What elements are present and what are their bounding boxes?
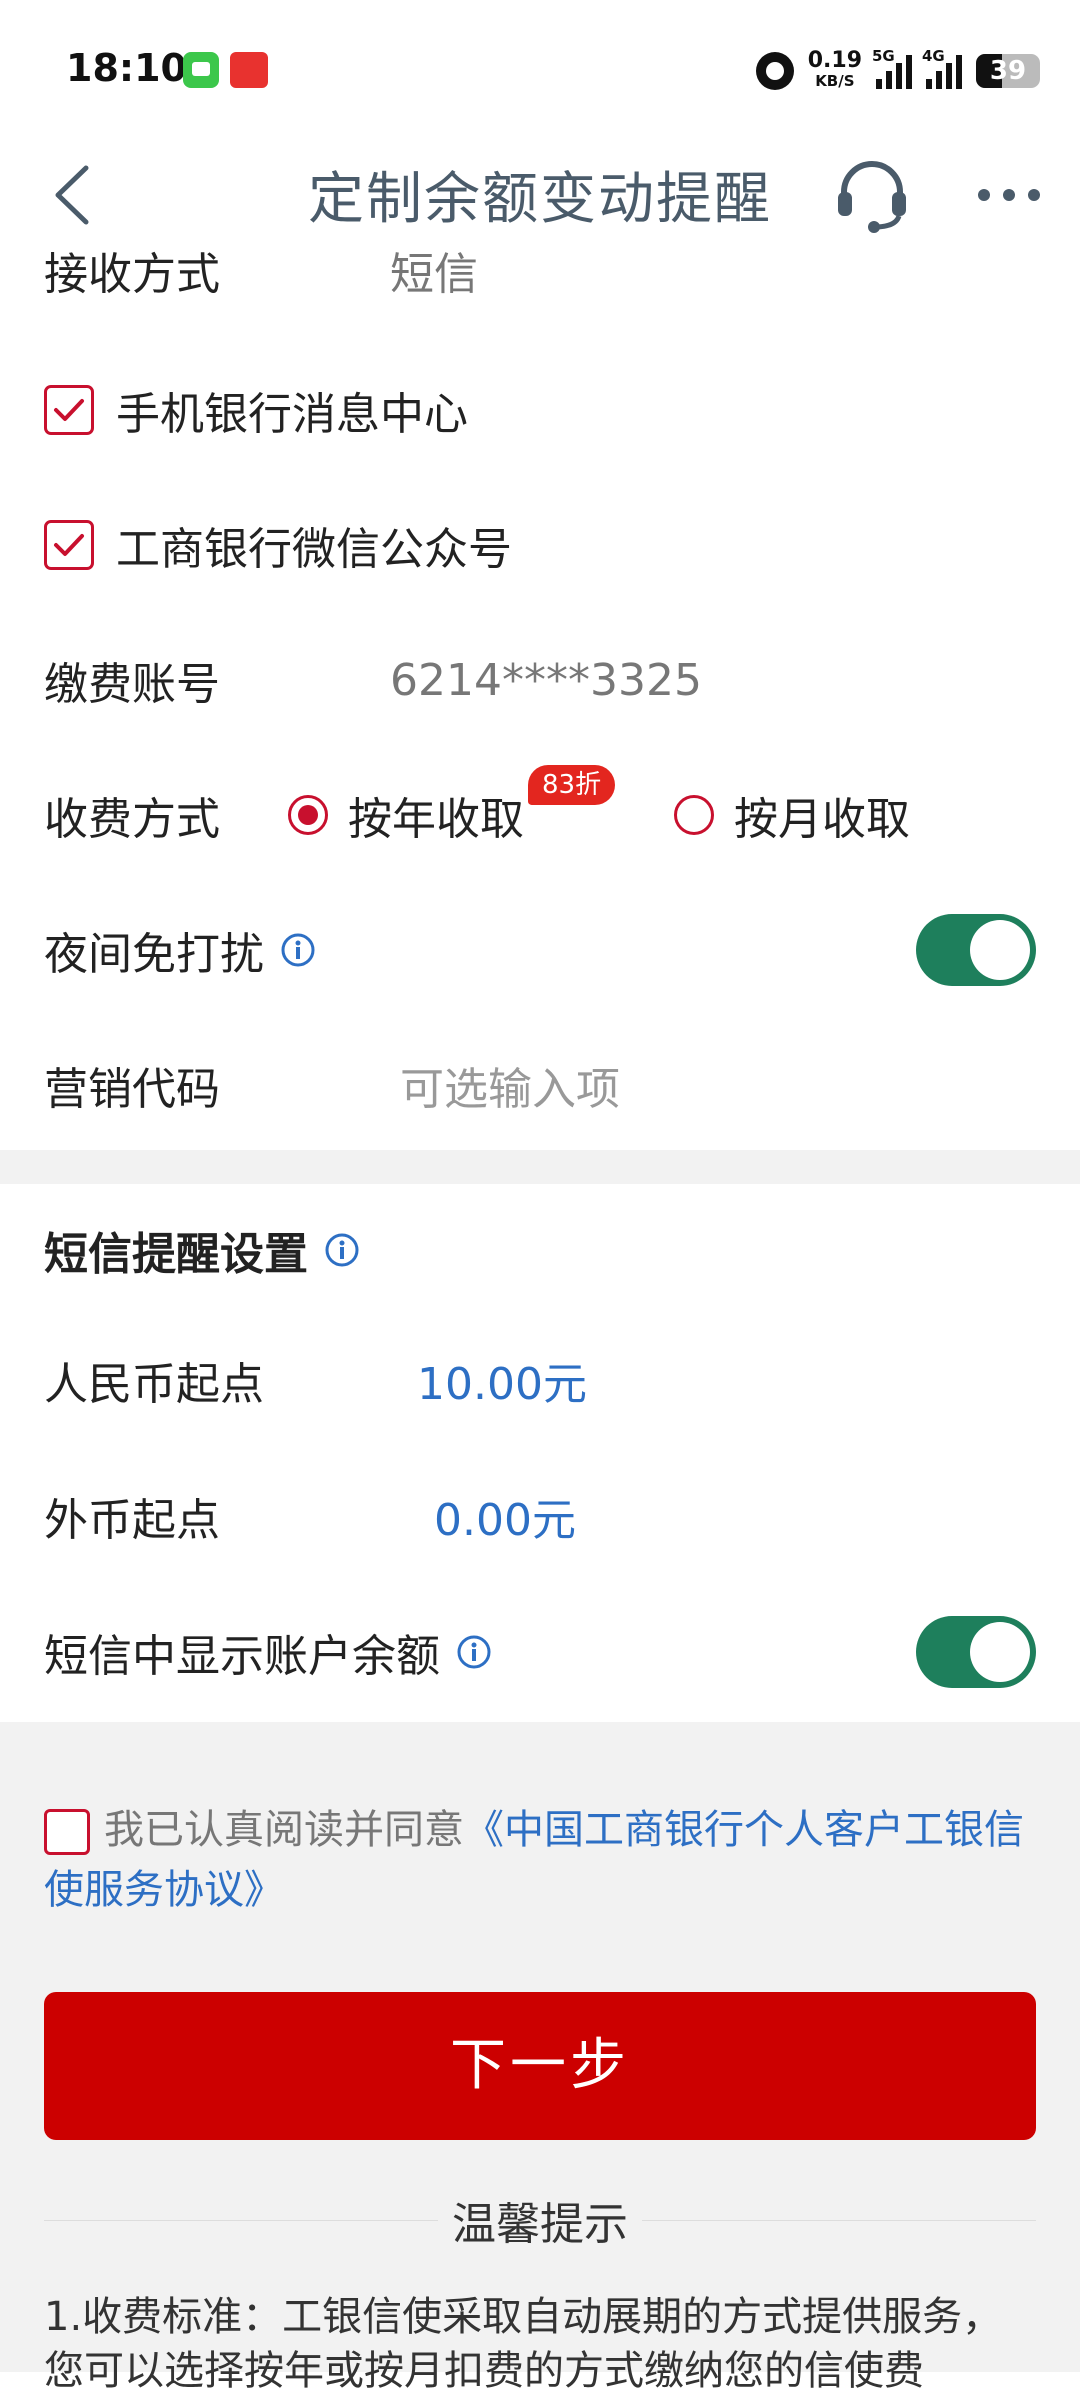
battery-icon: 39 (976, 54, 1040, 88)
marketing-code-label: 营销代码 (44, 1064, 220, 1115)
info-icon[interactable] (456, 1634, 492, 1670)
fee-monthly-option[interactable]: 按月收取 (674, 783, 910, 847)
marketing-code-row: 营销代码 可选输入项 (44, 1045, 1036, 1125)
account-row: 缴费账号 6214****3325 (44, 640, 1036, 720)
more-icon[interactable] (974, 170, 1044, 220)
status-indicators: 0.19 KB/S 5G 4G 39 (755, 47, 1040, 94)
headset-icon[interactable] (832, 154, 912, 234)
discount-badge: 83折 (528, 765, 616, 805)
network-speed: 0.19 KB/S (807, 48, 862, 91)
fee-yearly-label: 按年收取 (348, 794, 524, 845)
show-balance-toggle[interactable] (916, 1616, 1036, 1688)
rmb-threshold-value[interactable]: 10.00元 (417, 1348, 587, 1412)
fee-method-row: 收费方式 按年收取 83折 按月收取 (44, 765, 1036, 855)
receive-method-value: 短信 (390, 249, 478, 300)
tips-text: 1.收费标准：工银信使采取自动展期的方式提供服务，您可以选择按年或按月扣费的方式… (44, 2294, 1003, 2394)
rmb-threshold-label: 人民币起点 (44, 1359, 264, 1410)
signal-4g-icon: 4G (922, 47, 962, 89)
rmb-threshold-row: 人民币起点 10.00元 (44, 1340, 1036, 1420)
marketing-code-input[interactable]: 可选输入项 (400, 1053, 620, 1117)
fee-monthly-label: 按月收取 (734, 794, 910, 845)
night-dnd-label: 夜间免打扰 (44, 929, 264, 980)
account-value: 6214****3325 (390, 654, 702, 706)
fx-threshold-label: 外币起点 (44, 1495, 220, 1546)
status-time: 18:10 (66, 46, 187, 90)
network-type-5g: 5G (872, 47, 895, 65)
agreement-checkbox[interactable] (44, 1809, 90, 1855)
channel-app-label: 手机银行消息中心 (116, 389, 468, 440)
alarm-icon (755, 52, 794, 90)
agreement: 我已认真阅读并同意《中国工商银行个人客户工银信使服务协议》 (44, 1800, 1040, 1920)
section-divider (0, 1150, 1080, 1184)
info-icon[interactable] (280, 932, 316, 968)
page-title: 定制余额变动提醒 (308, 167, 772, 232)
fx-threshold-value[interactable]: 0.00元 (434, 1484, 576, 1548)
info-icon[interactable] (324, 1232, 360, 1268)
network-speed-value: 0.19 (807, 48, 862, 73)
tips-title: 温馨提示 (438, 2199, 642, 2250)
next-button[interactable]: 下一步 (44, 1992, 1036, 2140)
channel-app-row[interactable]: 手机银行消息中心 (44, 370, 1036, 450)
fx-threshold-row: 外币起点 0.00元 (44, 1476, 1036, 1556)
tips-header: 温馨提示 (44, 2188, 1036, 2250)
night-dnd-toggle[interactable] (916, 914, 1036, 986)
checkbox-checked[interactable] (44, 520, 94, 570)
receive-method-label: 接收方式 (44, 249, 220, 300)
fee-method-label: 收费方式 (44, 794, 220, 845)
sms-settings: 短信提醒设置 人民币起点 10.00元 外币起点 0.00元 短信中显示账户余额 (0, 1184, 1080, 1722)
network-speed-unit: KB/S (815, 72, 855, 90)
message-app-icon (183, 52, 219, 88)
notification-app-icon (230, 52, 268, 88)
subscription-form: 接收方式 短信 手机银行消息中心 工商银行微信公众号 缴费账号 6214****… (0, 249, 1080, 1150)
night-dnd-row: 夜间免打扰 (44, 910, 1036, 990)
sms-settings-title-row: 短信提醒设置 (44, 1210, 1036, 1290)
radio-unselected[interactable] (674, 795, 714, 835)
receive-method-row: 接收方式 短信 (44, 230, 1036, 310)
status-bar: 18:10 0.19 KB/S 5G 4G 39 (0, 0, 1080, 140)
account-label: 缴费账号 (44, 659, 220, 710)
channel-wechat-label: 工商银行微信公众号 (116, 524, 512, 575)
show-balance-label: 短信中显示账户余额 (44, 1631, 440, 1682)
sms-settings-title: 短信提醒设置 (44, 1229, 308, 1280)
checkbox-checked[interactable] (44, 385, 94, 435)
radio-selected[interactable] (288, 795, 328, 835)
network-type-4g: 4G (922, 47, 945, 65)
battery-level: 39 (989, 56, 1027, 86)
signal-5g-icon: 5G (872, 47, 912, 89)
agreement-prefix: 我已认真阅读并同意 (104, 1807, 464, 1853)
show-balance-row: 短信中显示账户余额 (44, 1612, 1036, 1692)
fee-yearly-option[interactable]: 按年收取 (288, 783, 524, 847)
channel-wechat-row[interactable]: 工商银行微信公众号 (44, 505, 1036, 585)
